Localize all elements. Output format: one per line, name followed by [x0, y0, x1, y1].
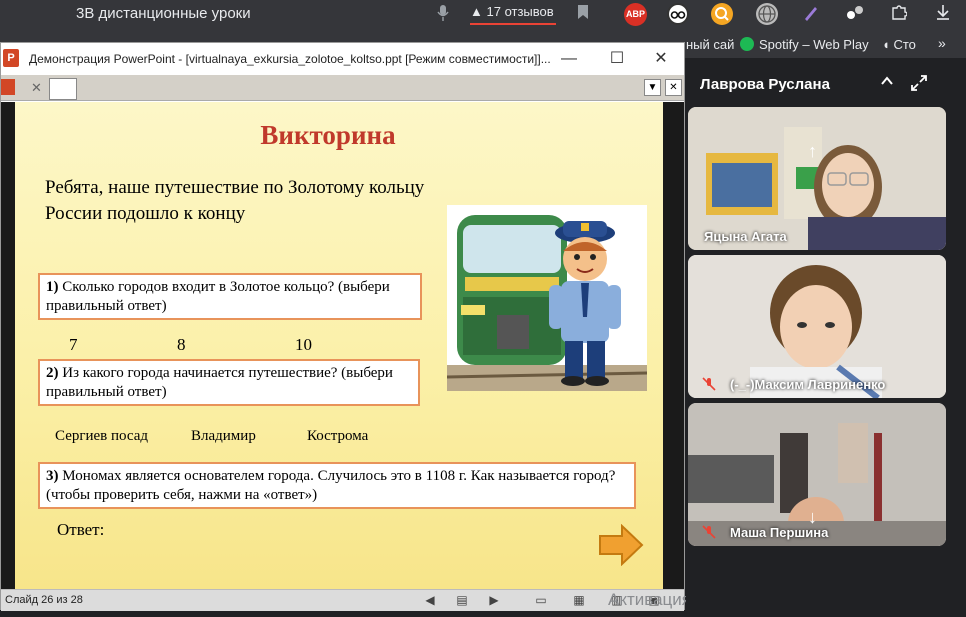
prev-slide-icon[interactable]: ◀ [422, 593, 438, 608]
pen-extension-icon[interactable] [800, 4, 822, 26]
bookmark-spotify-label: Spotify – Web Play [759, 37, 869, 52]
next-arrow-icon[interactable] [598, 524, 644, 566]
ppt-doc-tab[interactable] [49, 78, 77, 100]
question-3-number: 3) [46, 468, 59, 484]
powerpoint-logo-icon: P [3, 49, 19, 67]
close-window-button[interactable]: ✕ [641, 47, 681, 71]
conductor-illustration [447, 205, 647, 391]
question-1-number: 1) [46, 279, 59, 295]
participant-tile-1[interactable]: ↑ Яцына Агата [688, 107, 946, 250]
expand-icon[interactable] [910, 74, 928, 97]
question-3-text: Мономах является основателем города. Слу… [46, 468, 616, 503]
microphone-icon[interactable] [432, 4, 454, 26]
question-1-box: 1) Сколько городов входит в Золотое коль… [38, 273, 422, 320]
reviews-up-icon: ▲ [470, 4, 483, 19]
bookmark-spotify[interactable]: Spotify – Web Play [740, 37, 869, 52]
powerpoint-window: P Демонстрация PowerPoint - [virtualnaya… [0, 42, 685, 611]
minimize-button[interactable]: — [549, 47, 589, 71]
puzzle-extensions-icon[interactable] [888, 4, 910, 26]
more-bookmarks-icon[interactable]: » [938, 35, 946, 51]
q2-option-2[interactable]: Владимир [191, 428, 256, 445]
abp-extension-icon[interactable]: ABP [624, 3, 647, 26]
search-extension-icon[interactable] [711, 3, 733, 25]
share-extension-icon[interactable] [844, 4, 866, 26]
chevron-up-icon[interactable] [880, 74, 894, 93]
reviews-link[interactable]: ▲ 17 отзывов [470, 4, 556, 25]
next-slide-icon[interactable]: ▶ [486, 593, 502, 608]
arrow-up-icon: ↑ [808, 141, 817, 161]
globe-extension-icon[interactable] [756, 3, 778, 25]
q2-option-1[interactable]: Сергиев посад [55, 428, 148, 445]
browser-titlebar: 3В дистанционные уроки ▲ 17 отзывов ABP [0, 0, 966, 30]
question-2-number: 2) [46, 365, 59, 381]
close-tab-icon[interactable]: ✕ [31, 80, 42, 96]
bookmark-icon[interactable] [572, 4, 594, 26]
ppt-titlebar: P Демонстрация PowerPoint - [virtualnaya… [1, 43, 684, 75]
mic-off-icon [702, 525, 716, 539]
close-doc-icon[interactable]: ✕ [665, 79, 682, 96]
answer-label[interactable]: Ответ: [57, 520, 104, 540]
reviews-label: 17 отзывов [486, 4, 554, 19]
slide-intro: Ребята, наше путешествие по Золотому кол… [45, 177, 425, 224]
bookmark-other-label: Сто [893, 37, 916, 52]
slide-counter: Слайд 26 из 28 [5, 594, 83, 606]
q1-option-3[interactable]: 10 [295, 335, 312, 355]
question-2-text: Из какого города начинается путешествие?… [46, 365, 393, 400]
q1-option-2[interactable]: 8 [177, 335, 186, 355]
bookmark-other[interactable]: ◖ Сто [882, 37, 916, 52]
participant-tile-3[interactable]: ↓ Маша Першина [688, 403, 946, 546]
mic-off-icon [702, 377, 716, 391]
ppt-doc-icon [1, 79, 15, 95]
reviews-underline [470, 23, 556, 25]
q1-option-1[interactable]: 7 [69, 335, 78, 355]
participant-tile-2[interactable]: (-_-)Максим Лавриненко [688, 255, 946, 398]
presenter-name: Лаврова Руслана [700, 76, 830, 93]
dropdown-icon[interactable]: ▼ [644, 79, 661, 96]
ppt-statusbar: Слайд 26 из 28 ◀ ▤ ▶ ▭ ▦ ▥ ▣ [1, 589, 684, 611]
slide[interactable]: Викторина Ребята, наше путешествие по Зо… [15, 102, 663, 589]
spotify-icon [740, 37, 754, 51]
question-3-box: 3) Мономах является основателем города. … [38, 462, 636, 509]
maximize-button[interactable]: ☐ [597, 47, 637, 71]
participant-1-name: Яцына Агата [704, 229, 787, 244]
normal-view-icon[interactable]: ▭ [533, 593, 549, 608]
participant-3-name: Маша Першина [730, 525, 829, 540]
menu-icon[interactable]: ▤ [454, 593, 470, 608]
glasses-extension-icon[interactable] [667, 3, 689, 25]
browser-tab-title[interactable]: 3В дистанционные уроки [76, 5, 251, 22]
bookmark-other-icon: ◖ [882, 37, 890, 52]
participant-2-name: (-_-)Максим Лавриненко [730, 377, 886, 392]
ppt-window-title: Демонстрация PowerPoint - [virtualnaya_e… [29, 52, 551, 66]
download-icon[interactable] [932, 4, 954, 26]
ppt-tabstrip: ✕ ▼ ✕ [1, 75, 684, 101]
sorter-view-icon[interactable]: ▦ [571, 593, 587, 608]
question-2-box: 2) Из какого города начинается путешеств… [38, 359, 420, 406]
bookmark-site[interactable]: ный сай [686, 37, 734, 52]
question-1-text: Сколько городов входит в Золотое кольцо?… [46, 279, 390, 314]
video-panel: Лаврова Руслана ↑ Яцына Агата (-_-)Макси… [686, 62, 948, 610]
slide-title: Викторина [260, 120, 396, 150]
q2-option-3[interactable]: Кострома [307, 428, 368, 445]
